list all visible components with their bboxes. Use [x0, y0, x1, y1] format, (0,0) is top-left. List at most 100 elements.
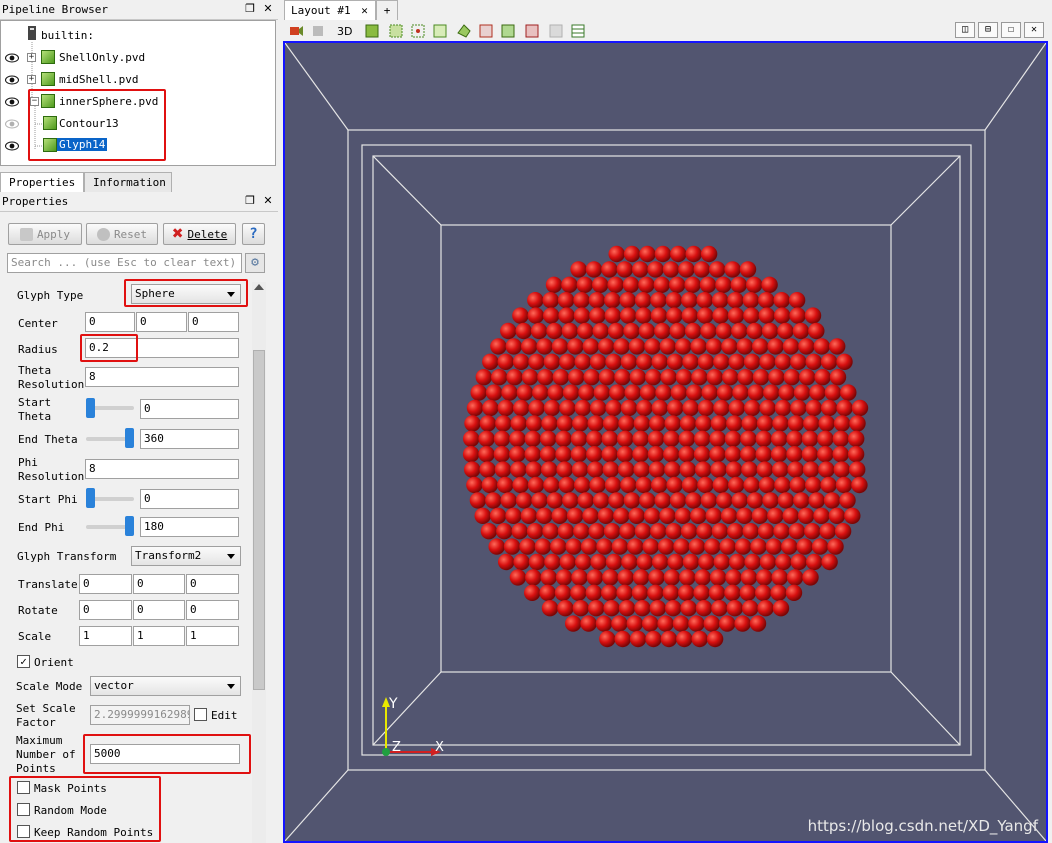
- glyph-sphere: [788, 523, 806, 540]
- spreadsheet-icon[interactable]: [570, 23, 586, 39]
- add-tab-button[interactable]: +: [376, 0, 398, 20]
- scale-x-field[interactable]: 1: [79, 626, 132, 646]
- float-icon[interactable]: ❐: [244, 2, 256, 16]
- rotate-y-field[interactable]: 0: [133, 600, 185, 620]
- glyph-sphere: [557, 600, 574, 617]
- reset-camera-icon[interactable]: [288, 23, 304, 39]
- translate-z-field[interactable]: 0: [186, 574, 239, 594]
- center-y-field[interactable]: 0: [136, 312, 187, 332]
- render-view[interactable]: Y Z X https://blog.csdn.net/XD_Yangf: [283, 41, 1048, 843]
- start-phi-slider-handle[interactable]: [86, 488, 95, 508]
- gear-icon[interactable]: ⚙: [245, 253, 265, 273]
- glyph-sphere: [727, 292, 744, 309]
- close-icon[interactable]: ✕: [361, 4, 368, 17]
- close-icon[interactable]: ✕: [262, 2, 274, 16]
- glyph-sphere: [713, 553, 730, 571]
- scrollbar-thumb[interactable]: [253, 350, 265, 690]
- scroll-up-icon[interactable]: [254, 284, 264, 290]
- split-horizontal-button[interactable]: ◫: [955, 22, 975, 38]
- reset-button[interactable]: Reset: [86, 223, 158, 245]
- glyph-sphere: [647, 446, 665, 463]
- center-z-field[interactable]: 0: [188, 312, 239, 332]
- glyph-sphere: [512, 476, 529, 494]
- glyph-sphere: [664, 461, 681, 478]
- translate-y-field[interactable]: 0: [133, 574, 185, 594]
- rotate-x-field[interactable]: 0: [79, 600, 132, 620]
- glyph-sphere: [462, 446, 480, 463]
- scale-z-field[interactable]: 1: [186, 626, 239, 646]
- center-x-field[interactable]: 0: [85, 312, 135, 332]
- glyph-sphere: [546, 492, 564, 509]
- grow-selection-icon[interactable]: [524, 23, 540, 39]
- scale-mode-dropdown[interactable]: vector: [90, 676, 241, 696]
- split-vertical-button[interactable]: ⊟: [978, 22, 998, 38]
- glyph-sphere: [659, 338, 676, 355]
- radius-field[interactable]: 0.2: [85, 338, 239, 358]
- axes-grid-icon[interactable]: [364, 23, 380, 39]
- eye-icon[interactable]: [5, 141, 19, 151]
- glyph-sphere: [704, 538, 721, 555]
- hover-points-icon[interactable]: [500, 23, 516, 39]
- glyph-sphere: [634, 600, 651, 617]
- theta-resolution-field[interactable]: 8: [85, 367, 239, 387]
- help-button[interactable]: ?: [242, 223, 265, 245]
- eye-icon[interactable]: [5, 97, 19, 107]
- scale-y-field[interactable]: 1: [133, 626, 185, 646]
- end-theta-field[interactable]: 360: [140, 429, 239, 449]
- end-theta-slider-handle[interactable]: [125, 428, 134, 448]
- clear-selection-icon[interactable]: [548, 23, 564, 39]
- apply-button[interactable]: Apply: [8, 223, 82, 245]
- collapse-icon[interactable]: −: [30, 97, 39, 106]
- start-theta-field[interactable]: 0: [140, 399, 239, 419]
- select-points-icon[interactable]: [410, 23, 426, 39]
- delete-button[interactable]: ✖ Delete: [163, 223, 236, 245]
- tab-information[interactable]: Information: [84, 172, 172, 192]
- eye-icon[interactable]: [5, 53, 19, 63]
- glyph-sphere: [730, 276, 747, 293]
- select-polygon-icon[interactable]: [456, 23, 472, 39]
- start-phi-field[interactable]: 0: [140, 489, 239, 509]
- render-canvas[interactable]: Y Z X: [285, 43, 1046, 841]
- tab-properties[interactable]: Properties: [0, 172, 84, 192]
- glyph-transform-dropdown[interactable]: Transform2: [131, 546, 241, 566]
- maximize-button[interactable]: ☐: [1001, 22, 1021, 38]
- glyph-sphere: [833, 461, 850, 478]
- end-phi-slider-handle[interactable]: [125, 516, 134, 536]
- expand-icon[interactable]: +: [27, 53, 36, 62]
- random-mode-checkbox[interactable]: [17, 803, 30, 816]
- interactive-select-icon[interactable]: [478, 23, 494, 39]
- dataset-icon: [41, 94, 55, 108]
- glyph-sphere: [542, 523, 559, 540]
- end-phi-field[interactable]: 180: [140, 517, 239, 537]
- max-points-field[interactable]: 5000: [90, 744, 240, 764]
- glyph-sphere: [728, 476, 745, 494]
- glyph-sphere: [551, 507, 568, 524]
- start-theta-slider-handle[interactable]: [86, 398, 95, 418]
- eye-hidden-icon[interactable]: [5, 119, 19, 129]
- float-icon[interactable]: ❐: [244, 194, 256, 208]
- glyph-sphere: [787, 461, 804, 478]
- select-cells-icon[interactable]: [388, 23, 404, 39]
- zoom-to-data-icon[interactable]: [310, 23, 326, 39]
- close-icon[interactable]: ✕: [262, 194, 274, 208]
- mask-points-checkbox[interactable]: [17, 781, 30, 794]
- rotate-z-field[interactable]: 0: [186, 600, 239, 620]
- phi-resolution-field[interactable]: 8: [85, 459, 239, 479]
- close-view-button[interactable]: ✕: [1024, 22, 1044, 38]
- keep-random-points-checkbox[interactable]: [17, 825, 30, 838]
- tab-layout-1[interactable]: Layout #1 ✕: [284, 0, 376, 20]
- expand-icon[interactable]: +: [27, 75, 36, 84]
- glyph-type-dropdown[interactable]: Sphere: [131, 284, 241, 304]
- scale-factor-field[interactable]: 2.29999991629894: [90, 705, 190, 725]
- orient-checkbox[interactable]: ✓: [17, 655, 30, 668]
- select-frustum-icon[interactable]: [432, 23, 448, 39]
- toggle-3d-button[interactable]: 3D: [337, 25, 352, 38]
- glyph-sphere: [809, 384, 826, 401]
- search-input[interactable]: Search ... (use Esc to clear text): [7, 253, 242, 273]
- translate-x-field[interactable]: 0: [79, 574, 132, 594]
- edit-checkbox[interactable]: [194, 708, 207, 721]
- glyph-sphere: [531, 492, 548, 509]
- glyph-sphere: [464, 461, 481, 478]
- glyph-sphere: [573, 307, 591, 324]
- eye-icon[interactable]: [5, 75, 19, 85]
